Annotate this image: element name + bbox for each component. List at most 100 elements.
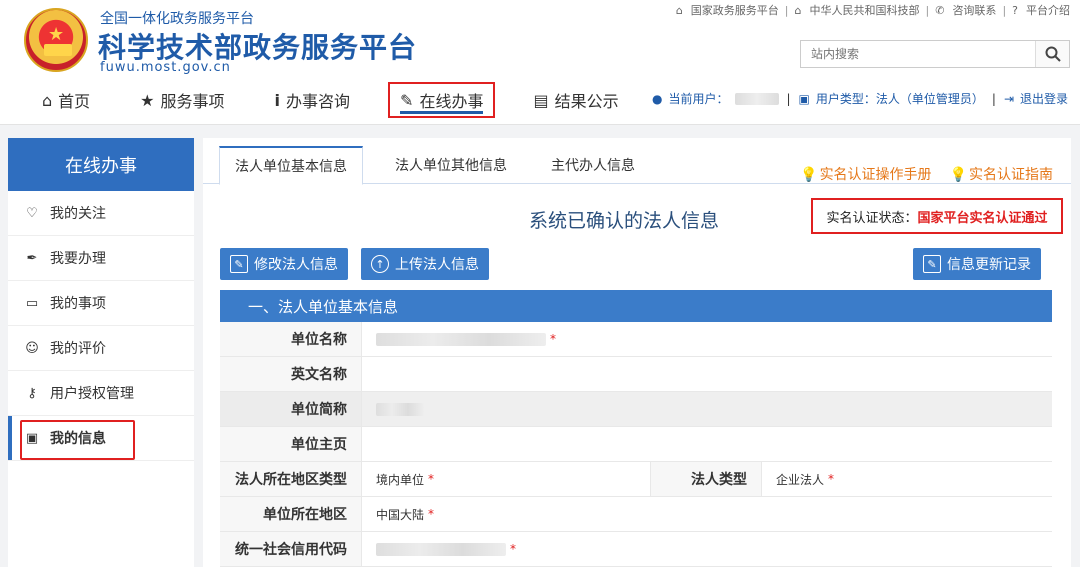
sidebar-item-label: 我要办理 [50, 251, 106, 267]
required-mark: * [550, 332, 556, 346]
upload-icon: ↑ [371, 255, 389, 273]
user-type-label: 用户类型：法人（单位管理员） [815, 92, 984, 106]
star-icon: ★ [140, 90, 155, 110]
field-label: 法人类型 [650, 462, 762, 496]
nav-home[interactable]: ⌂ 首页 [30, 82, 102, 118]
guide-instructions-label: 实名认证指南 [969, 167, 1053, 183]
top-link-contact[interactable]: 咨询联系 [952, 2, 996, 18]
site-search [800, 40, 1070, 68]
top-link-ministry[interactable]: 中华人民共和国科技部 [810, 2, 920, 18]
lightbulb-icon: 💡 [800, 167, 818, 183]
required-mark: * [510, 542, 516, 556]
user-key-icon: ⚷ [27, 385, 37, 401]
guide-links: 💡 实名认证操作手册 💡 实名认证指南 [800, 164, 1053, 184]
table-row: 法人所在地区类型 境内单位 * 法人类型 企业法人 * [220, 462, 1052, 497]
required-mark: * [828, 472, 835, 486]
ministry-icon: ⌂ [794, 3, 802, 17]
home-icon: ⌂ [42, 90, 53, 110]
highlight-box [20, 420, 135, 460]
status-label: 实名认证状态： [826, 210, 918, 226]
help-icon: ? [1012, 3, 1018, 17]
field-label: 单位简称 [220, 392, 362, 426]
redacted-value [376, 402, 424, 416]
sidebar-item-follow[interactable]: ♡ 我的关注 [8, 191, 194, 236]
edit-icon: ✎ [230, 255, 248, 273]
info-icon: i [274, 90, 281, 110]
table-row: 单位所在地区 中国大陆 * [220, 497, 1052, 532]
modify-info-button[interactable]: ✎ 修改法人信息 [220, 248, 348, 280]
region-type-value: 境内单位 * [362, 462, 650, 496]
nav-online[interactable]: ✎ 在线办事 [388, 82, 496, 118]
sidebar-item-my-info[interactable]: ▣ 我的信息 [8, 416, 194, 461]
upload-info-button[interactable]: ↑ 上传法人信息 [361, 248, 489, 280]
sidebar-title: 在线办事 [8, 138, 194, 191]
verification-status: 实名认证状态： 国家平台实名认证通过 [811, 198, 1063, 234]
user-icon: ● [652, 91, 663, 106]
search-input[interactable] [801, 41, 1033, 67]
required-mark: * [428, 507, 435, 521]
top-link-about[interactable]: 平台介绍 [1026, 2, 1070, 18]
sidebar-item-label: 用户授权管理 [50, 386, 134, 402]
pencil-icon: ✎ [400, 90, 414, 110]
table-row: 单位名称 * [220, 322, 1052, 357]
pen-icon: ✒ [26, 250, 38, 266]
tab-other-info[interactable]: 法人单位其他信息 [379, 146, 523, 184]
document-icon: ▤ [533, 90, 549, 110]
field-label: 单位主页 [220, 427, 362, 461]
phone-icon: ✆ [935, 3, 945, 17]
update-history-button[interactable]: ✎ 信息更新记录 [913, 248, 1041, 280]
sidebar-item-label: 我的评价 [50, 341, 106, 357]
sidebar-item-label: 我的关注 [50, 206, 106, 222]
tab-agent-info[interactable]: 主代办人信息 [533, 146, 653, 184]
sidebar-item-reviews[interactable]: ☺ 我的评价 [8, 326, 194, 371]
id-card-small-icon: ▣ [798, 91, 810, 106]
info-table: 单位名称 * 英文名称 单位简称 单位主页 法人所在地区类型 境内单位 * 法人类… [220, 322, 1052, 567]
region-text: 中国大陆 [376, 507, 425, 522]
folder-icon: ▭ [25, 295, 39, 311]
search-button[interactable] [1035, 41, 1069, 67]
update-history-label: 信息更新记录 [947, 257, 1031, 273]
page-title: 系统已确认的法人信息 [529, 210, 720, 232]
unit-name-value: * [362, 322, 1052, 356]
region-value: 中国大陆 * [362, 497, 1052, 531]
section-header: 一、法人单位基本信息 [220, 290, 1052, 322]
sidebar-item-matters[interactable]: ▭ 我的事项 [8, 281, 194, 326]
main-panel: 法人单位基本信息 法人单位其他信息 主代办人信息 💡 实名认证操作手册 💡 实名认证… [203, 138, 1071, 567]
tab-bar: 法人单位基本信息 法人单位其他信息 主代办人信息 💡 实名认证操作手册 💡 实名认证… [203, 146, 1071, 185]
legal-type-text: 企业法人 [776, 472, 825, 487]
top-links: ⌂ 国家政务服务平台 | ⌂ 中华人民共和国科技部 | ✆ 咨询联系 | ? 平… [675, 2, 1070, 18]
nav-results[interactable]: ▤ 结果公示 [521, 82, 630, 118]
top-link-national-platform[interactable]: 国家政务服务平台 [691, 2, 779, 18]
current-user-label: 当前用户： [668, 92, 729, 106]
homepage-value [362, 427, 1052, 461]
table-row: 单位简称 [220, 392, 1052, 427]
modify-info-label: 修改法人信息 [254, 257, 338, 273]
legal-type-value: 企业法人 * [762, 462, 1052, 496]
smile-icon: ☺ [25, 340, 39, 356]
sidebar-item-apply[interactable]: ✒ 我要办理 [8, 236, 194, 281]
edit-icon: ✎ [923, 255, 941, 273]
nav-services[interactable]: ★ 服务事项 [128, 82, 236, 118]
nav-consult[interactable]: i 办事咨询 [263, 82, 363, 118]
site-subtitle: 全国一体化政务服务平台 [100, 11, 254, 27]
table-row: 统一社会信用代码 * [220, 532, 1052, 567]
sidebar-item-authorization[interactable]: ⚷ 用户授权管理 [8, 371, 194, 416]
english-name-value [362, 357, 1052, 391]
sidebar-item-label: 我的事项 [50, 296, 106, 312]
tab-basic-info[interactable]: 法人单位基本信息 [219, 146, 363, 185]
nav-online-label: 在线办事 [419, 92, 484, 111]
current-user-name-redacted [734, 92, 779, 105]
site-header: ★ 全国一体化政务服务平台 科学技术部政务服务平台 fuwu.most.gov.… [0, 0, 1080, 125]
national-emblem-logo: ★ [24, 8, 88, 72]
redacted-value [376, 542, 506, 556]
guide-manual-link[interactable]: 💡 实名认证操作手册 [800, 164, 931, 184]
credit-code-value: * [362, 532, 1052, 566]
search-icon [1045, 46, 1061, 62]
required-mark: * [428, 472, 435, 486]
guide-manual-label: 实名认证操作手册 [819, 167, 932, 183]
nav-services-label: 服务事项 [160, 92, 225, 111]
status-value: 国家平台实名认证通过 [917, 210, 1048, 226]
logout-link[interactable]: 退出登录 [1020, 90, 1068, 107]
guide-instructions-link[interactable]: 💡 实名认证指南 [950, 164, 1053, 184]
lightbulb-icon: 💡 [949, 167, 967, 183]
